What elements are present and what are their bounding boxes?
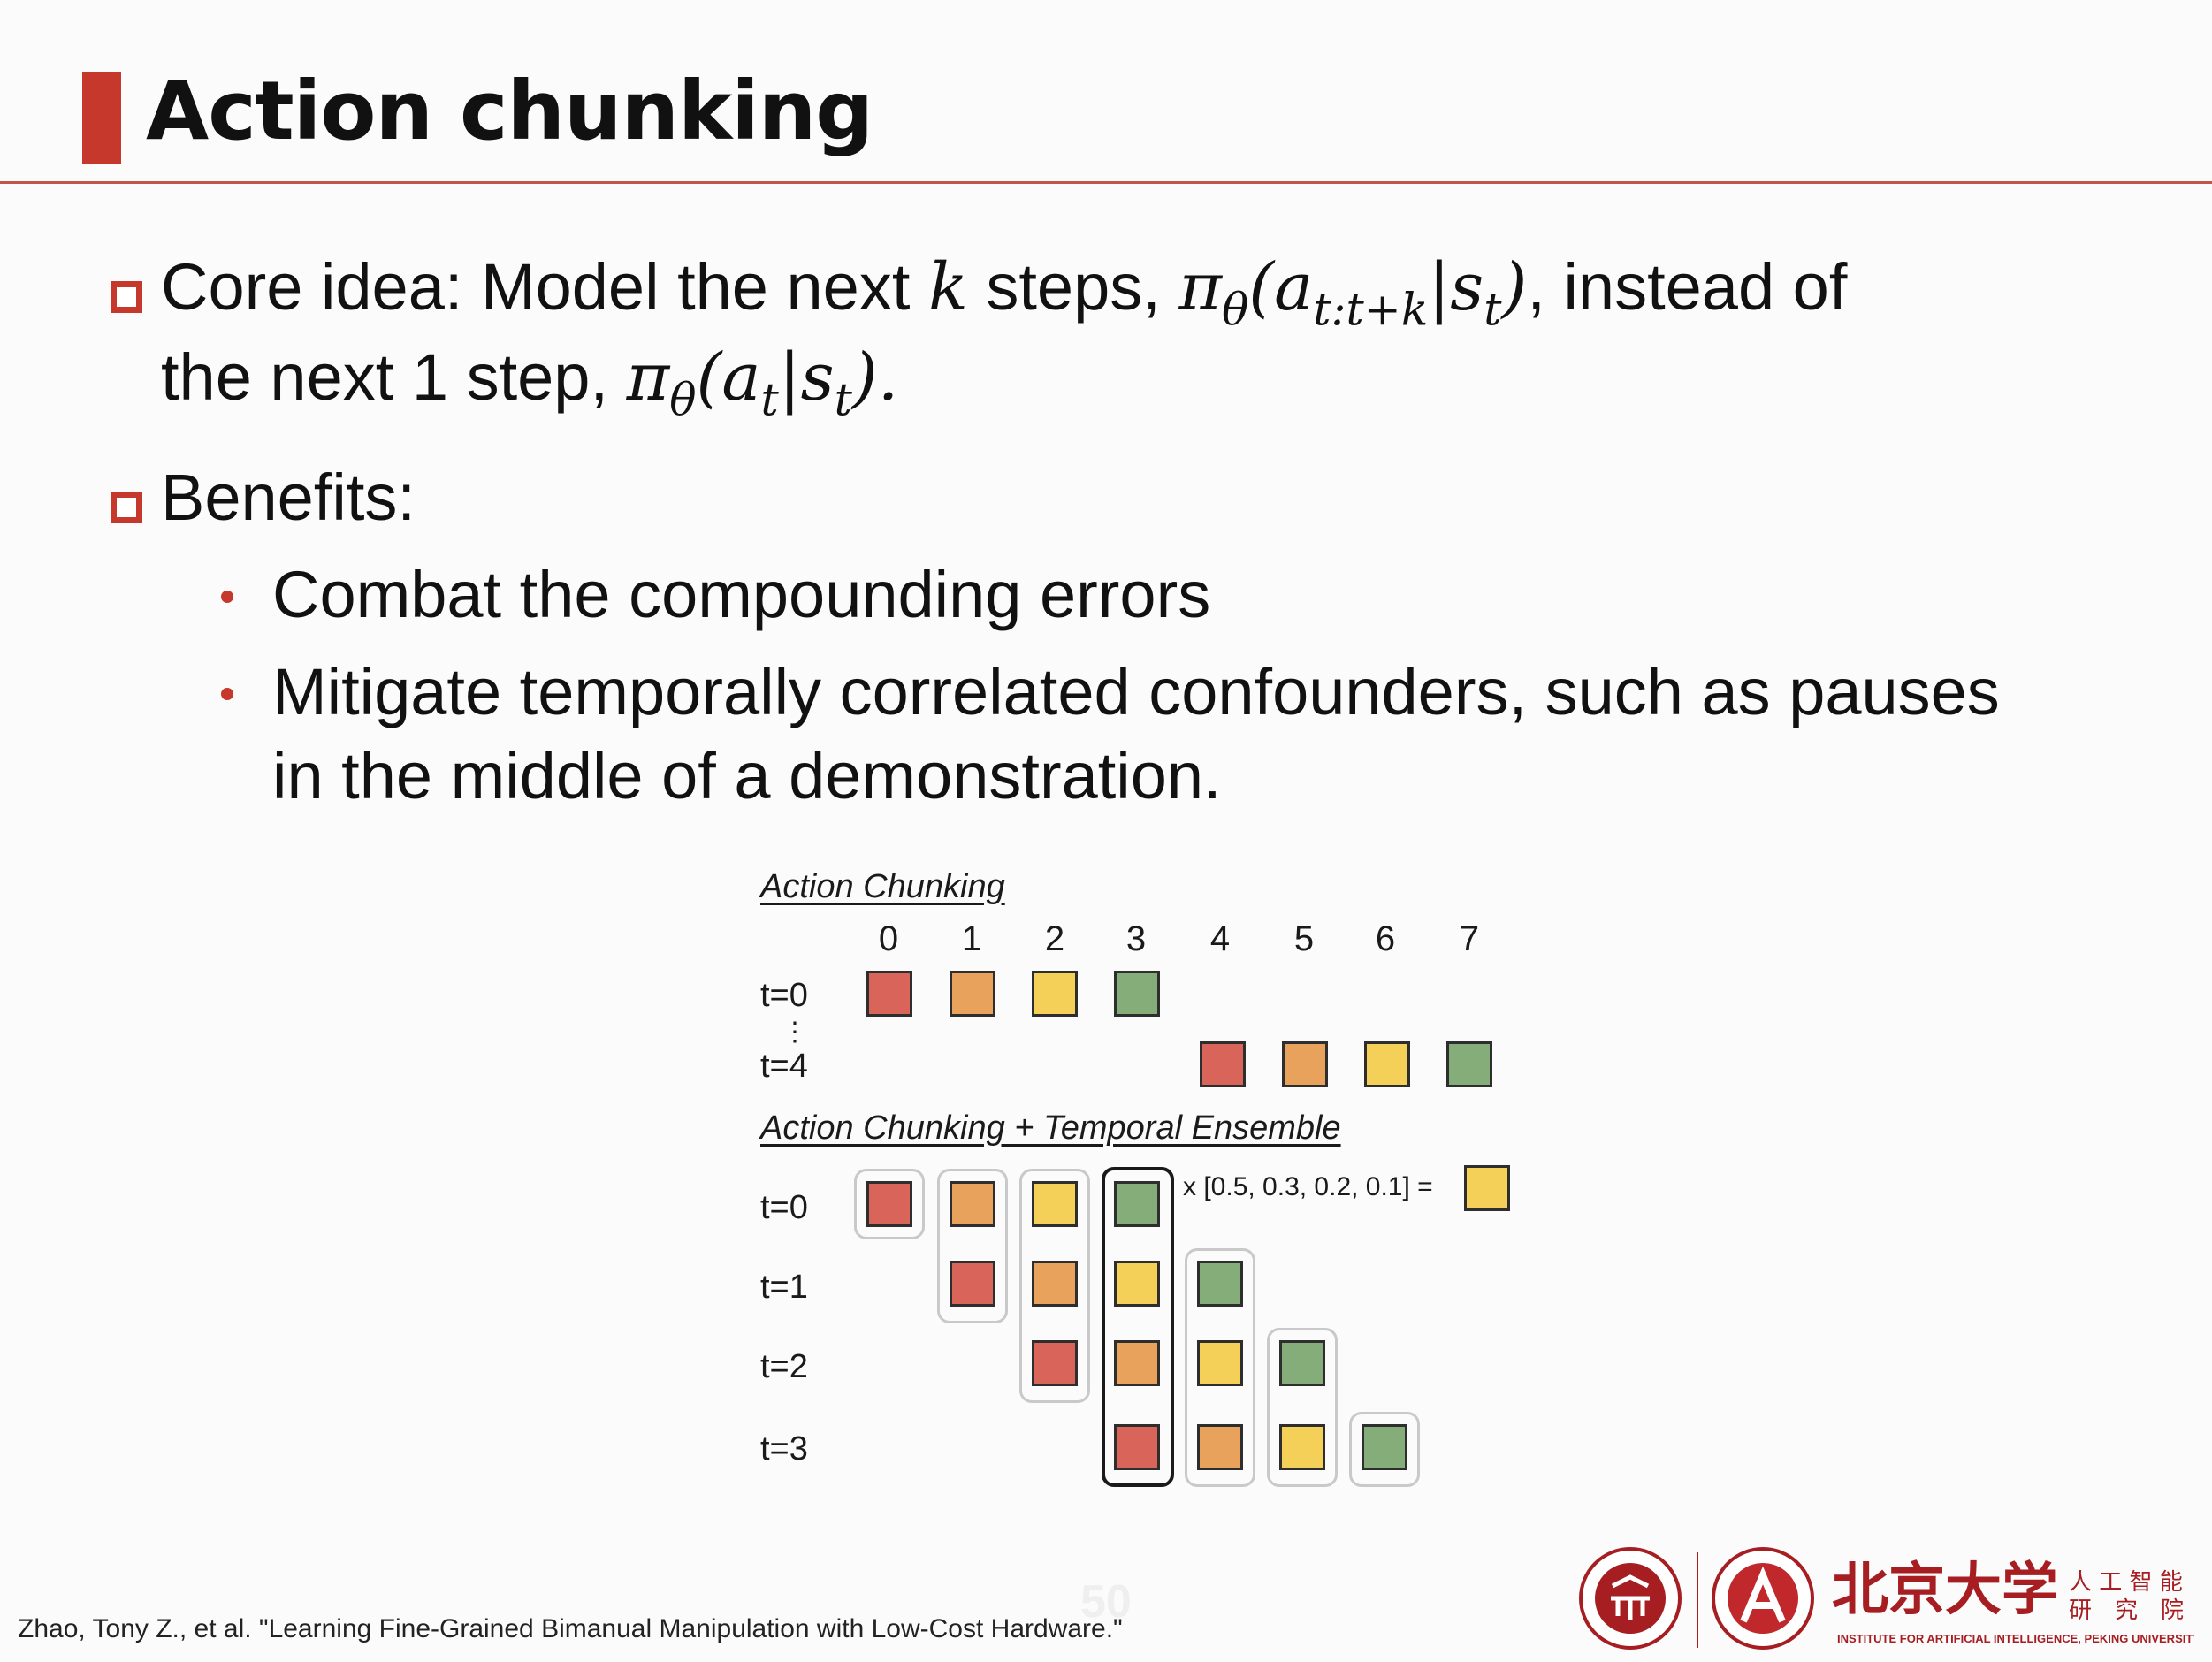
action-square-orange [1032,1261,1078,1307]
svg-text:北京大学: 北京大学 [1832,1557,2058,1623]
action-square-green [1197,1261,1243,1307]
peking-university-logo: 北京大学 人 工 智 能 研 究 院 INSTITUTE FOR ARTIFIC… [1579,1547,2201,1650]
action-square-result-yellow [1464,1165,1510,1211]
action-square-green [1446,1041,1492,1087]
action-square-orange [1282,1041,1328,1087]
action-square-red [1200,1041,1246,1087]
action-square-orange [950,971,995,1017]
action-square-red [1114,1424,1160,1470]
row-label: t=2 [760,1348,808,1385]
action-square-green [1279,1340,1325,1386]
dot-bullet-icon [221,591,233,603]
ensemble-weights-label: x [0.5, 0.3, 0.2, 0.1] = [1183,1172,1433,1201]
core-idea-line-2: the next 1 step, πθ(at|st). [161,339,899,426]
dot-bullet-icon [221,688,233,700]
row-label: t=1 [760,1269,808,1306]
column-label: 1 [961,919,982,958]
column-label: 4 [1209,919,1231,958]
action-square-green [1362,1424,1407,1470]
row-label: t=4 [760,1048,808,1085]
row-label: t=0 [760,1189,808,1226]
core-idea-line-1: Core idea: Model the next k steps, πθ(at… [161,249,1848,336]
action-square-red [950,1261,995,1307]
ai-institute-seal-icon [1712,1547,1814,1650]
title-divider [0,181,2212,184]
figure-title-action-chunking: Action Chunking [760,868,1005,905]
svg-text:INSTITUTE FOR ARTIFICIAL INTEL: INSTITUTE FOR ARTIFICIAL INTELLIGENCE, P… [1837,1632,2194,1645]
action-square-orange [1197,1424,1243,1470]
column-label: 5 [1293,919,1315,958]
benefit-item-continuation: in the middle of a demonstration. [272,739,1222,812]
action-square-yellow [1279,1424,1325,1470]
action-square-green [1114,971,1160,1017]
square-bullet-icon [111,492,142,523]
svg-text:研 究 院: 研 究 院 [2069,1597,2184,1624]
peking-university-seal-icon [1579,1547,1682,1650]
row-label: t=0 [760,977,808,1014]
action-square-green [1114,1181,1160,1227]
column-label: 0 [878,919,899,958]
slide-title: Action chunking [146,64,873,158]
column-label: 6 [1375,919,1396,958]
row-label: t=3 [760,1430,808,1468]
column-label: 7 [1459,919,1480,958]
page-number: 50 [1080,1576,1132,1628]
university-logo-block: 北京大学 人 工 智 能 研 究 院 INSTITUTE FOR ARTIFIC… [1575,1545,2201,1653]
title-accent-bar [82,72,121,164]
reference-citation: Zhao, Tony Z., et al. "Learning Fine-Gra… [18,1614,1123,1643]
action-square-yellow [1364,1041,1410,1087]
action-square-yellow [1032,1181,1078,1227]
svg-text:人 工 智 能: 人 工 智 能 [2069,1569,2183,1596]
benefit-item: Combat the compounding errors [272,558,1211,631]
benefits-label: Benefits: [161,461,416,534]
benefit-item: Mitigate temporally correlated confounde… [272,655,2000,728]
action-square-yellow [1032,971,1078,1017]
figure-title-temporal-ensemble: Action Chunking + Temporal Ensemble [760,1109,1341,1147]
action-square-orange [1114,1340,1160,1386]
action-square-red [1032,1340,1078,1386]
action-square-yellow [1114,1261,1160,1307]
column-label: 2 [1044,919,1065,958]
action-square-orange [950,1181,995,1227]
action-square-red [866,1181,912,1227]
column-label: 3 [1125,919,1147,958]
action-square-red [866,971,912,1017]
row-ellipsis: ⋮ [782,1018,808,1047]
square-bullet-icon [111,281,142,313]
action-square-yellow [1197,1340,1243,1386]
